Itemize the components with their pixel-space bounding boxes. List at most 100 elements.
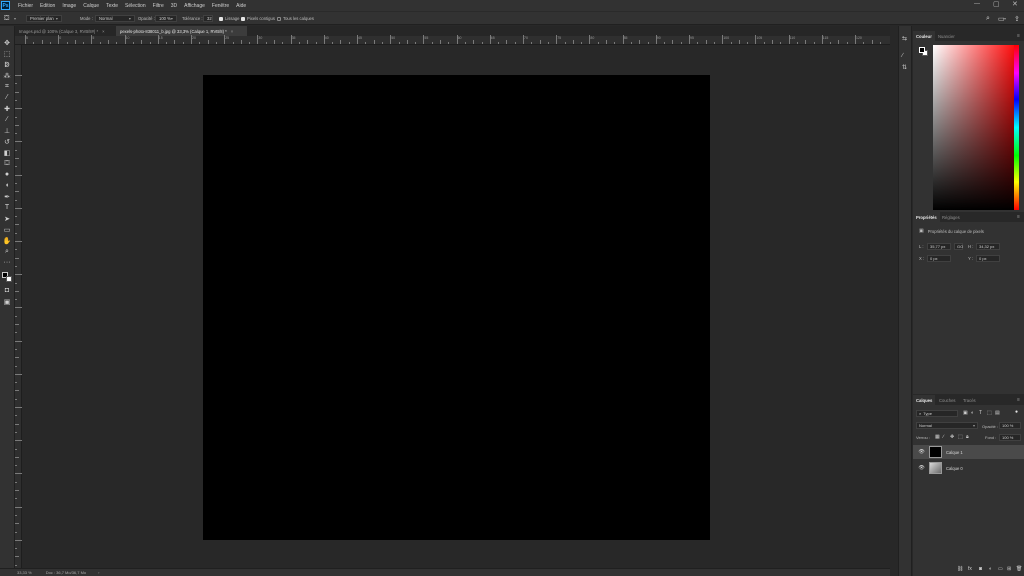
panel-menu-icon[interactable]: ≡ <box>1017 33 1020 39</box>
filter-type-icon[interactable]: T <box>979 410 982 416</box>
new-layer-icon[interactable]: ⊞ <box>1007 566 1011 572</box>
opacity-input[interactable]: 100 % ▾ <box>155 15 177 22</box>
healing-brush-tool-icon[interactable]: ✚ <box>2 104 12 113</box>
more-tools-icon[interactable]: ··· <box>2 258 12 267</box>
eraser-tool-icon[interactable]: ◧ <box>2 148 12 157</box>
brush-settings-icon[interactable]: ∕ <box>902 53 903 59</box>
panel-menu-icon[interactable]: ≡ <box>1017 214 1020 220</box>
eyedropper-tool-icon[interactable]: ⁄ <box>2 93 12 102</box>
tab-nuancier[interactable]: Nuancier <box>935 31 958 41</box>
move-tool-icon[interactable]: ✥ <box>2 38 12 47</box>
tool-preset-select[interactable]: Premier plan ▾ <box>26 15 62 22</box>
document-canvas[interactable] <box>203 75 710 540</box>
blur-tool-icon[interactable]: ● <box>2 170 12 179</box>
horizontal-ruler[interactable]: 5 0 5 10 15 20 25 30 35 40 45 50 55 60 65 70 75 80 85 90 95 1… <box>15 35 890 45</box>
lock-transparency-icon[interactable]: ▦ <box>935 434 940 440</box>
tab-couches[interactable]: Couches <box>936 395 959 405</box>
menu-3d[interactable]: 3D <box>171 3 177 9</box>
close-window-icon[interactable]: ✕ <box>1012 0 1018 8</box>
adjustment-layer-icon[interactable]: ◐ <box>989 566 992 572</box>
blend-mode-select[interactable]: Normal ▾ <box>916 422 978 429</box>
share-icon[interactable]: ⇪ <box>1014 15 1020 23</box>
tab-traces[interactable]: Tracés <box>960 395 979 405</box>
link-dimensions-button[interactable]: GO <box>954 243 963 250</box>
menu-affichage[interactable]: Affichage <box>184 3 205 9</box>
history-brush-tool-icon[interactable]: ↺ <box>2 137 12 146</box>
lock-all-icon[interactable]: 🔒︎ <box>966 434 969 440</box>
menu-fichier[interactable]: Fichier <box>18 3 33 9</box>
stamp-tool-icon[interactable]: ⊥ <box>2 126 12 135</box>
filter-adjustment-icon[interactable]: ◐ <box>971 410 974 416</box>
color-field[interactable] <box>933 45 1019 210</box>
hue-slider[interactable] <box>1014 45 1019 210</box>
menu-image[interactable]: Image <box>62 3 76 9</box>
menu-filtre[interactable]: Filtre <box>153 3 164 9</box>
width-input[interactable]: 35,77 px <box>927 243 951 250</box>
paint-bucket-tool-icon[interactable]: ⛋ <box>4 15 9 22</box>
dodge-tool-icon[interactable]: ◖ <box>2 181 12 190</box>
layer-opacity-input[interactable]: 100 % <box>999 422 1021 429</box>
eye-icon[interactable]: 👁︎ <box>917 465 926 471</box>
zoom-level[interactable]: 33,33 % <box>17 570 32 575</box>
close-tab-icon[interactable]: × <box>231 29 233 34</box>
lock-artboard-icon[interactable]: ⬚ <box>958 434 963 440</box>
link-layers-icon[interactable]: ⛓︎ <box>957 566 963 572</box>
add-mask-icon[interactable]: ◙ <box>979 566 982 572</box>
marquee-tool-icon[interactable]: ⬚ <box>2 49 12 58</box>
layer-row[interactable]: 👁︎ Calque 1 <box>913 445 1024 459</box>
layer-style-icon[interactable]: fx <box>968 566 972 572</box>
close-tab-icon[interactable]: × <box>102 29 104 34</box>
delete-layer-icon[interactable]: 🗑︎ <box>1016 566 1022 572</box>
chevron-down-icon[interactable]: ▾ <box>1004 15 1006 22</box>
menu-selection[interactable]: Sélection <box>125 3 146 9</box>
brush-tool-icon[interactable]: ∕ <box>2 115 12 124</box>
menu-fenetre[interactable]: Fenêtre <box>212 3 229 9</box>
contiguous-checkbox[interactable]: Pixels contigus <box>241 15 275 22</box>
history-panel-icon[interactable]: ⇆ <box>902 35 907 42</box>
menu-calque[interactable]: Calque <box>83 3 99 9</box>
filter-toggle-icon[interactable]: ● <box>1015 409 1018 415</box>
menu-texte[interactable]: Texte <box>106 3 118 9</box>
menu-aide[interactable]: Aide <box>236 3 246 9</box>
search-icon[interactable]: ⌕ <box>986 15 990 22</box>
y-input[interactable]: 0 px <box>976 255 1000 262</box>
fill-input[interactable]: 100 % <box>999 434 1021 441</box>
path-selection-tool-icon[interactable]: ➤ <box>2 214 12 223</box>
tab-pexels-photo[interactable]: pexels-photo-838011_b.jpg @ 33,3% (Calqu… <box>116 26 247 36</box>
filter-smart-object-icon[interactable]: ▤ <box>995 410 1000 416</box>
background-color-swatch[interactable] <box>6 276 12 282</box>
panel-menu-icon[interactable]: ≡ <box>1017 397 1020 403</box>
type-tool-icon[interactable]: T <box>2 203 12 212</box>
tab-reglages[interactable]: Réglages <box>939 212 963 222</box>
tab-couleur[interactable]: Couleur <box>913 31 935 41</box>
filter-shape-icon[interactable]: ⬚ <box>987 410 992 416</box>
maximize-icon[interactable]: ▢ <box>993 0 1000 8</box>
crop-tool-icon[interactable]: ⌗ <box>2 82 12 91</box>
hand-tool-icon[interactable]: ✋ <box>2 236 12 245</box>
eye-icon[interactable]: 👁︎ <box>917 449 926 455</box>
chevron-right-icon[interactable]: › <box>98 570 99 575</box>
new-group-icon[interactable]: ▭ <box>998 566 1003 572</box>
paint-bucket-tool-icon[interactable]: ⛋ <box>2 159 12 168</box>
screen-mode-icon[interactable]: ▣ <box>2 297 12 306</box>
tolerance-input[interactable]: 32 <box>203 15 213 22</box>
quick-mask-icon[interactable]: ◘ <box>2 286 12 295</box>
minimize-icon[interactable]: — <box>974 1 980 7</box>
x-input[interactable]: 0 px <box>927 255 951 262</box>
menu-edition[interactable]: Edition <box>40 3 55 9</box>
rectangle-tool-icon[interactable]: ▭ <box>2 225 12 234</box>
lasso-tool-icon[interactable]: ↁ <box>2 60 12 69</box>
layer-row[interactable]: 👁︎ Calque 0 <box>913 461 1024 475</box>
zoom-tool-icon[interactable]: ⌕ <box>2 247 12 256</box>
all-layers-checkbox[interactable]: Tous les calques <box>277 15 314 22</box>
magic-wand-tool-icon[interactable]: ⁂ <box>2 71 12 80</box>
tab-images-psd[interactable]: Images.psd @ 100% (Calque 3, RVB/8#) * × <box>15 26 116 36</box>
lock-position-icon[interactable]: ✥ <box>950 434 954 440</box>
layer-filter-select[interactable]: ⌕ Type <box>916 410 958 417</box>
smoothing-checkbox[interactable]: Lissage <box>219 15 239 22</box>
lock-pixels-icon[interactable]: ∕ <box>943 434 944 440</box>
tab-proprietes[interactable]: Propriétés <box>913 212 940 222</box>
mode-select[interactable]: Normal ▾ <box>95 15 135 22</box>
vertical-ruler[interactable] <box>15 45 22 568</box>
pen-tool-icon[interactable]: ✒ <box>2 192 12 201</box>
